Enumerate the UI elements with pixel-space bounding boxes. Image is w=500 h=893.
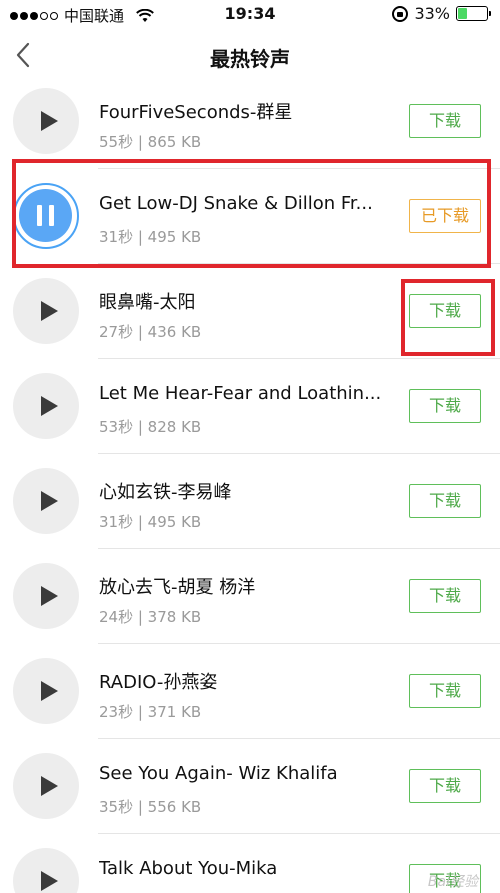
song-meta: 31秒 | 495 KB xyxy=(99,228,202,246)
song-title: 心如玄铁-李易峰 xyxy=(99,482,232,503)
play-button[interactable] xyxy=(13,563,79,629)
song-meta: 31秒 | 495 KB xyxy=(99,513,202,531)
status-bar: 中国联通 19:34 33% xyxy=(0,0,500,28)
song-meta: 27秒 | 436 KB xyxy=(99,323,202,341)
play-icon xyxy=(41,111,58,131)
song-meta: 53秒 | 828 KB xyxy=(99,418,202,436)
song-meta: 55秒 | 865 KB xyxy=(99,133,202,151)
download-button[interactable]: 下载 xyxy=(409,769,481,803)
song-title: FourFiveSeconds-群星 xyxy=(99,102,293,123)
play-button[interactable] xyxy=(13,848,79,893)
song-title: RADIO-孙燕姿 xyxy=(99,672,218,693)
play-button[interactable] xyxy=(13,658,79,724)
play-icon xyxy=(41,491,58,511)
play-icon xyxy=(41,776,58,796)
song-title: 眼鼻嘴-太阳 xyxy=(99,292,196,313)
page-title: 最热铃声 xyxy=(210,47,290,71)
rotation-lock-icon xyxy=(392,5,409,22)
download-button[interactable]: 下载 xyxy=(409,674,481,708)
play-icon xyxy=(41,301,58,321)
download-button[interactable]: 下载 xyxy=(409,389,481,423)
song-row[interactable]: 放心去飞-胡夏 杨洋 24秒 | 378 KB 下载 xyxy=(0,549,500,644)
download-button[interactable]: 下载 xyxy=(409,104,481,138)
status-right: 33% xyxy=(392,4,491,23)
song-meta: 35秒 | 556 KB xyxy=(99,798,202,816)
battery-icon xyxy=(456,6,491,21)
song-row[interactable]: Talk About You-Mika22秒 | 372 KB下载 xyxy=(0,834,500,893)
song-row[interactable]: Let Me Hear-Fear and Loathin... 53秒 | 828… xyxy=(0,359,500,454)
song-title: 放心去飞-胡夏 杨洋 xyxy=(99,577,256,598)
song-title: Let Me Hear-Fear and Loathin... xyxy=(99,383,382,404)
play-button[interactable] xyxy=(13,373,79,439)
download-button[interactable]: 下载 xyxy=(409,294,481,328)
song-row[interactable]: Get Low-DJ Snake & Dillon Fr... 31秒 | 495… xyxy=(0,169,500,264)
song-row[interactable]: 眼鼻嘴-太阳 27秒 | 436 KB 下载 xyxy=(0,264,500,359)
download-button[interactable]: 下载 xyxy=(409,579,481,613)
play-icon xyxy=(41,871,58,891)
battery-percent: 33% xyxy=(414,4,450,23)
song-title: Talk About You-Mika xyxy=(99,858,278,879)
play-icon xyxy=(41,586,58,606)
song-title: Get Low-DJ Snake & Dillon Fr... xyxy=(99,193,373,214)
song-meta: 24秒 | 378 KB xyxy=(99,608,202,626)
song-title: See You Again- Wiz Khalifa xyxy=(99,763,338,784)
play-button[interactable] xyxy=(13,278,79,344)
watermark: Bai经验 xyxy=(427,874,478,890)
song-row[interactable]: RADIO-孙燕姿 23秒 | 371 KB 下载 xyxy=(0,644,500,739)
download-button[interactable]: 下载 xyxy=(409,484,481,518)
pause-button[interactable] xyxy=(13,183,79,249)
downloaded-button[interactable]: 已下载 xyxy=(409,199,481,233)
play-button[interactable] xyxy=(13,753,79,819)
play-icon xyxy=(41,396,58,416)
song-row[interactable]: See You Again- Wiz Khalifa 35秒 | 556 KB 下载 xyxy=(0,739,500,834)
song-row[interactable]: 心如玄铁-李易峰 31秒 | 495 KB 下载 xyxy=(0,454,500,549)
song-row[interactable]: FourFiveSeconds-群星 55秒 | 865 KB 下载 xyxy=(0,74,500,169)
play-icon xyxy=(41,681,58,701)
play-button[interactable] xyxy=(13,88,79,154)
pause-icon xyxy=(19,189,72,242)
play-button[interactable] xyxy=(13,468,79,534)
song-meta: 23秒 | 371 KB xyxy=(99,703,202,721)
